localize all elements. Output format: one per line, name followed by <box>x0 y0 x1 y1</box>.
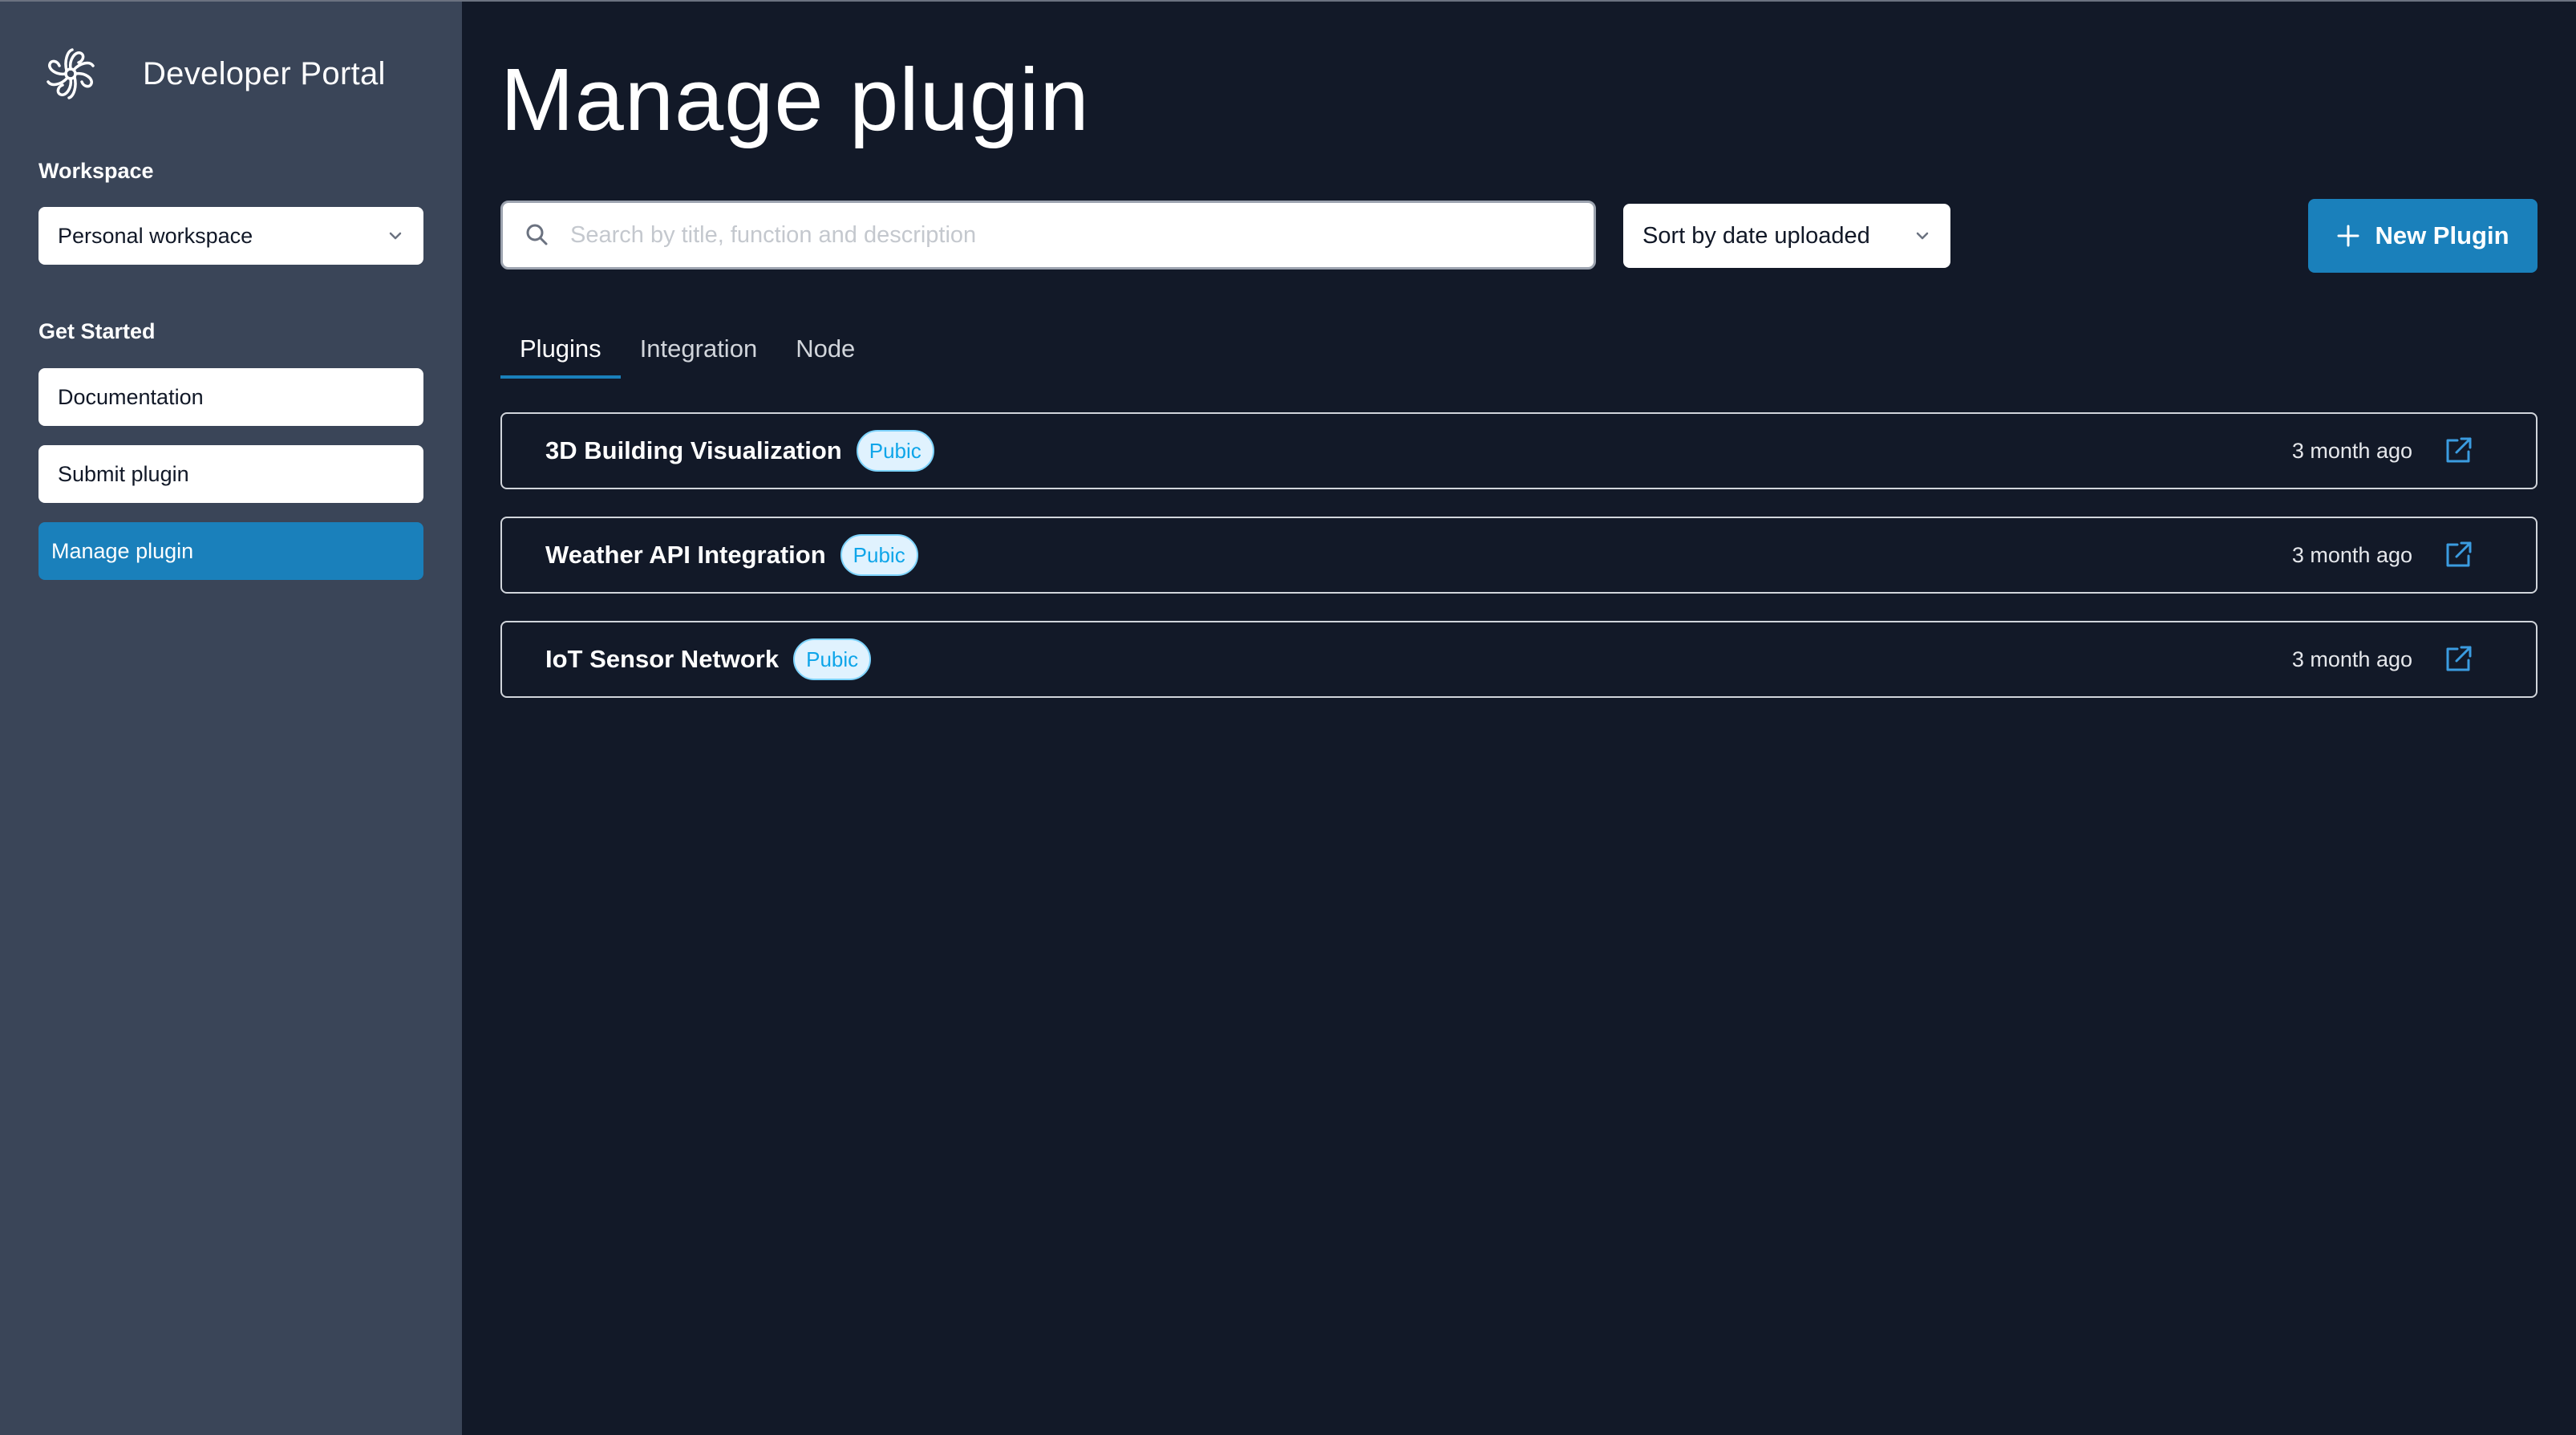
search-bar <box>500 201 1596 270</box>
new-plugin-button-label: New Plugin <box>2375 221 2509 249</box>
list-item[interactable]: IoT Sensor Network Pubic 3 month ago <box>500 621 2538 698</box>
page-title: Manage plugin <box>500 51 1090 149</box>
search-input[interactable] <box>569 221 1573 249</box>
external-link-icon[interactable] <box>2441 538 2475 572</box>
brand[interactable]: Developer Portal <box>37 40 386 107</box>
tab-integration[interactable]: Integration <box>621 322 777 379</box>
app-window: Developer Portal Workspace Personal work… <box>0 0 2576 1435</box>
sidebar-item-label: Submit plugin <box>58 461 189 486</box>
workspace-select[interactable]: Personal workspace <box>38 207 423 265</box>
sidebar-item-documentation[interactable]: Documentation <box>38 368 423 426</box>
plugin-timestamp: 3 month ago <box>2291 542 2412 567</box>
chevron-down-icon <box>389 232 402 240</box>
plugin-list: 3D Building Visualization Pubic 3 month … <box>500 412 2538 725</box>
get-started-label: Get Started <box>38 319 156 343</box>
list-item[interactable]: Weather API Integration Pubic 3 month ag… <box>500 517 2538 594</box>
tab-plugins[interactable]: Plugins <box>500 322 621 379</box>
sort-dropdown[interactable]: Sort by date uploaded <box>1623 204 1950 268</box>
plugin-name: Weather API Integration <box>545 541 826 569</box>
chevron-down-icon <box>1916 232 1929 240</box>
sort-dropdown-label: Sort by date uploaded <box>1642 222 1870 249</box>
tab-bar: Plugins Integration Node <box>500 322 874 379</box>
search-icon <box>526 224 548 245</box>
status-badge: Pubic <box>840 534 918 576</box>
workspace-label: Workspace <box>38 159 154 183</box>
external-link-icon[interactable] <box>2441 434 2475 468</box>
sidebar-item-label: Documentation <box>58 384 204 409</box>
main-content: Manage plugin Sort by date uploaded New … <box>462 2 2576 1435</box>
plugin-name: IoT Sensor Network <box>545 645 780 673</box>
sidebar-item-manage-plugin[interactable]: Manage plugin <box>38 522 423 580</box>
sidebar-item-submit-plugin[interactable]: Submit plugin <box>38 445 423 503</box>
plugin-name: 3D Building Visualization <box>545 436 842 464</box>
list-item[interactable]: 3D Building Visualization Pubic 3 month … <box>500 412 2538 489</box>
sidebar-item-label: Manage plugin <box>51 538 194 563</box>
workspace-select-value: Personal workspace <box>58 223 253 248</box>
logo-icon <box>47 48 95 99</box>
tab-node[interactable]: Node <box>776 322 874 379</box>
external-link-icon[interactable] <box>2441 643 2475 676</box>
new-plugin-button[interactable]: New Plugin <box>2308 199 2538 273</box>
status-badge: Pubic <box>856 430 934 472</box>
status-badge: Pubic <box>793 638 872 680</box>
plus-icon <box>2337 225 2359 247</box>
sidebar: Developer Portal Workspace Personal work… <box>0 2 462 1435</box>
plugin-timestamp: 3 month ago <box>2291 647 2412 671</box>
plugin-timestamp: 3 month ago <box>2291 438 2412 463</box>
brand-title: Developer Portal <box>143 55 386 91</box>
